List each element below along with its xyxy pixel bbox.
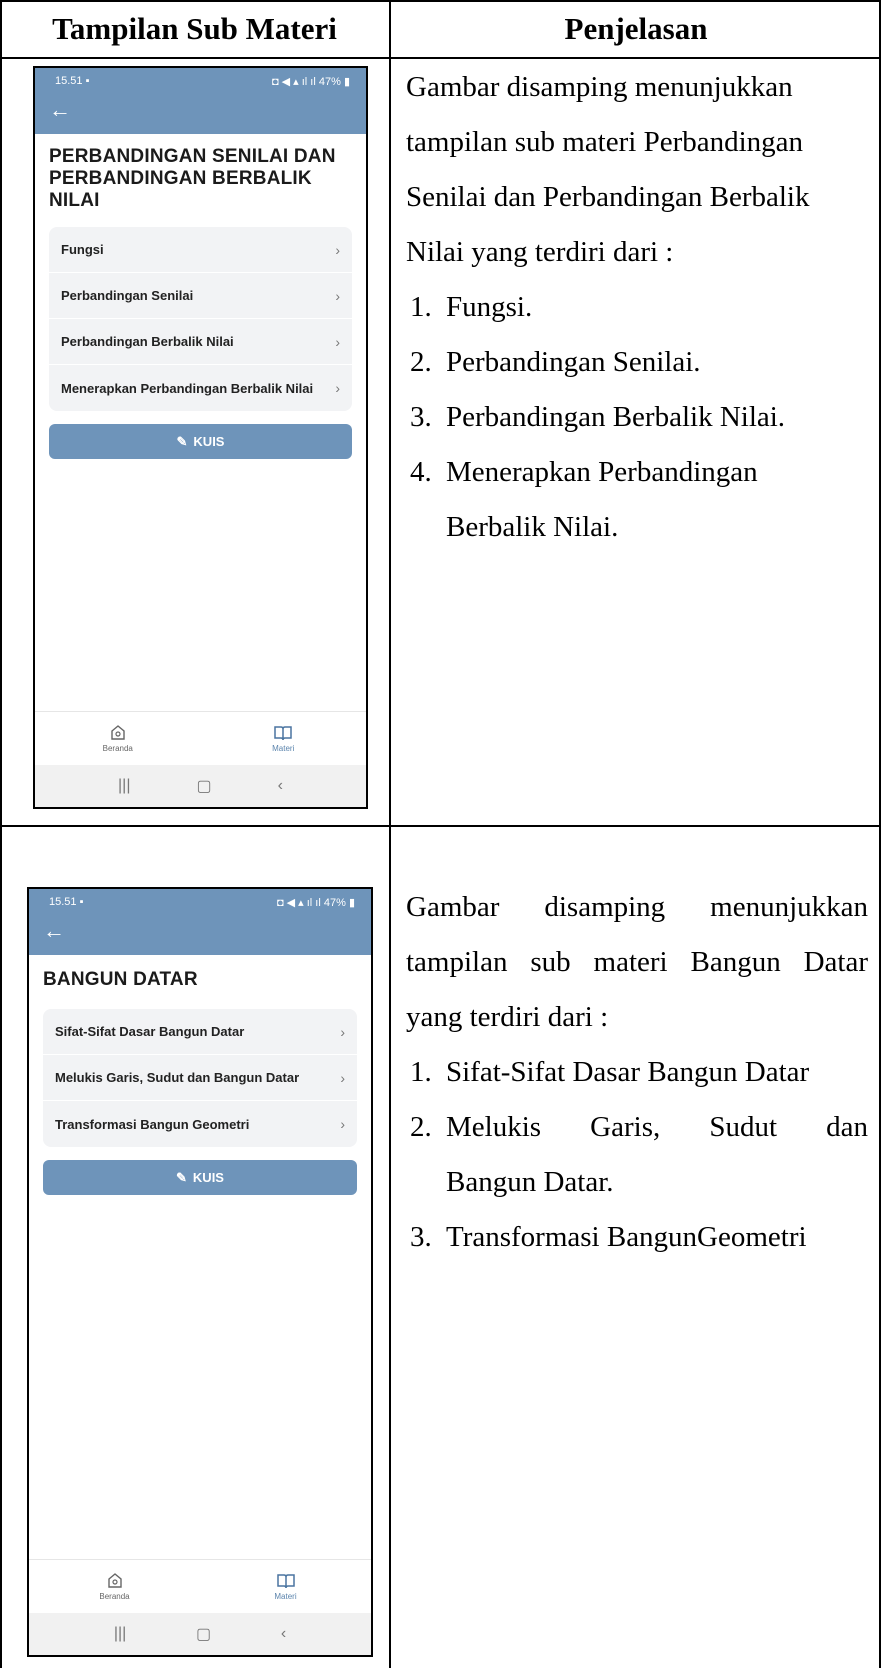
home-button-icon[interactable]: ▢ xyxy=(196,776,211,796)
nav-beranda[interactable]: Beranda xyxy=(35,712,201,765)
kuis-button[interactable]: ✎ KUIS xyxy=(43,1160,357,1195)
home-icon xyxy=(111,725,125,740)
chevron-right-icon: › xyxy=(340,1069,345,1086)
status-icons: ◘ ◀ ▴ ıl ıl 47% ▮ xyxy=(276,896,355,909)
quiz-icon: ✎ xyxy=(176,1169,187,1185)
desc-line: Gambar disamping menunjukkan xyxy=(406,891,868,923)
phone-screenshot-perbandingan: 15.51 ▪ ◘ ◀ ▴ ıl ıl 47% ▮ ← PERBANDINGAN… xyxy=(33,66,368,809)
desc-line: Senilai dan Perbandingan Berbalik xyxy=(406,181,810,213)
row-divider xyxy=(0,825,881,827)
desc-list: 1. Fungsi. 2. Perbandingan Senilai. 3. Perb… xyxy=(406,280,868,555)
list-item[interactable]: Menerapkan Perbandingan Berbalik Nilai › xyxy=(49,365,352,411)
chevron-right-icon: › xyxy=(335,333,340,350)
quiz-icon: ✎ xyxy=(176,433,188,449)
desc-line: tampilan sub materi Bangun Datar xyxy=(406,946,868,978)
status-time: 15.51 ▪ xyxy=(55,75,90,87)
kuis-button[interactable]: ✎ KUIS xyxy=(49,424,352,459)
recent-apps-icon[interactable]: ||| xyxy=(118,777,130,795)
list-item[interactable]: Transformasi Bangun Geometri › xyxy=(43,1101,357,1147)
home-icon xyxy=(107,1573,122,1588)
list-item[interactable]: Perbandingan Senilai › xyxy=(49,273,352,319)
submateri-list: Fungsi › Perbandingan Senilai › Perbanding… xyxy=(49,227,352,411)
status-icons: ◘ ◀ ▴ ıl ıl 47% ▮ xyxy=(271,75,350,88)
list-item: 2. Perbandingan Senilai. xyxy=(410,346,701,378)
chevron-right-icon: › xyxy=(335,287,340,304)
bottom-nav: Beranda Materi xyxy=(29,1559,371,1613)
desc-line: tampilan sub materi Perbandingan xyxy=(406,126,804,158)
status-bar: 15.51 ▪ ◘ ◀ ▴ ıl ıl 47% ▮ xyxy=(35,68,366,94)
back-arrow-icon[interactable]: ← xyxy=(43,918,65,943)
header-col1: Tampilan Sub Materi xyxy=(52,10,337,46)
list-item: 3. Transformasi BangunGeometri xyxy=(410,1221,807,1253)
desc-line: Gambar disamping menunjukkan xyxy=(406,71,793,103)
bottom-nav: Beranda Materi xyxy=(35,711,366,765)
list-item[interactable]: Perbandingan Berbalik Nilai › xyxy=(49,319,352,365)
nav-materi[interactable]: Materi xyxy=(201,712,367,765)
nav-materi[interactable]: Materi xyxy=(200,1560,371,1613)
desc-line: yang terdiri dari : xyxy=(406,1001,609,1033)
phone-screenshot-bangun-datar: 15.51 ▪ ◘ ◀ ▴ ıl ıl 47% ▮ ← BANGUN DATAR… xyxy=(27,887,373,1657)
submateri-list: Sifat-Sifat Dasar Bangun Datar › Melukis … xyxy=(43,1009,357,1147)
status-time: 15.51 ▪ xyxy=(49,896,84,908)
home-button-icon[interactable]: ▢ xyxy=(196,1624,211,1644)
book-icon xyxy=(276,1574,295,1589)
system-nav-bar: ||| ▢ ‹ xyxy=(35,765,366,807)
column-divider xyxy=(389,0,391,1668)
description-1: Gambar disamping menunjukkan tampilan su… xyxy=(406,60,868,555)
description-2: Gambar disamping menunjukkan tampilan su… xyxy=(406,880,868,1265)
nav-beranda[interactable]: Beranda xyxy=(29,1560,200,1613)
list-item[interactable]: Sifat-Sifat Dasar Bangun Datar › xyxy=(43,1009,357,1055)
list-item: 1. Fungsi. xyxy=(410,291,533,323)
back-button-icon[interactable]: ‹ xyxy=(281,1625,286,1643)
page-title: PERBANDINGAN SENILAI DAN PERBANDINGAN BE… xyxy=(49,146,336,211)
header-col2: Penjelasan xyxy=(564,10,708,46)
app-bar: ← xyxy=(29,915,371,955)
back-arrow-icon[interactable]: ← xyxy=(49,97,71,122)
list-item: 2. Melukis Garis, Sudut dan Bangun Datar. xyxy=(410,1111,868,1198)
recent-apps-icon[interactable]: ||| xyxy=(114,1625,126,1643)
list-item[interactable]: Fungsi › xyxy=(49,227,352,273)
list-item: 1. Sifat-Sifat Dasar Bangun Datar xyxy=(410,1056,810,1088)
list-item[interactable]: Melukis Garis, Sudut dan Bangun Datar › xyxy=(43,1055,357,1101)
system-nav-bar: ||| ▢ ‹ xyxy=(29,1613,371,1655)
app-bar: ← xyxy=(35,94,366,134)
book-icon xyxy=(274,726,292,741)
desc-list: 1. Sifat-Sifat Dasar Bangun Datar 2. Meluk… xyxy=(406,1045,868,1265)
header-divider xyxy=(0,57,881,59)
desc-line: Nilai yang terdiri dari : xyxy=(406,236,674,268)
list-item: 3. Perbandingan Berbalik Nilai. xyxy=(410,401,786,433)
chevron-right-icon: › xyxy=(335,380,340,396)
chevron-right-icon: › xyxy=(335,241,340,258)
list-item: 4. Menerapkan Perbandingan Berbalik Nilai. xyxy=(410,456,758,543)
chevron-right-icon: › xyxy=(340,1116,345,1132)
status-bar: 15.51 ▪ ◘ ◀ ▴ ıl ıl 47% ▮ xyxy=(29,889,371,915)
page-title: BANGUN DATAR xyxy=(43,969,198,990)
chevron-right-icon: › xyxy=(340,1023,345,1040)
back-button-icon[interactable]: ‹ xyxy=(278,777,283,795)
